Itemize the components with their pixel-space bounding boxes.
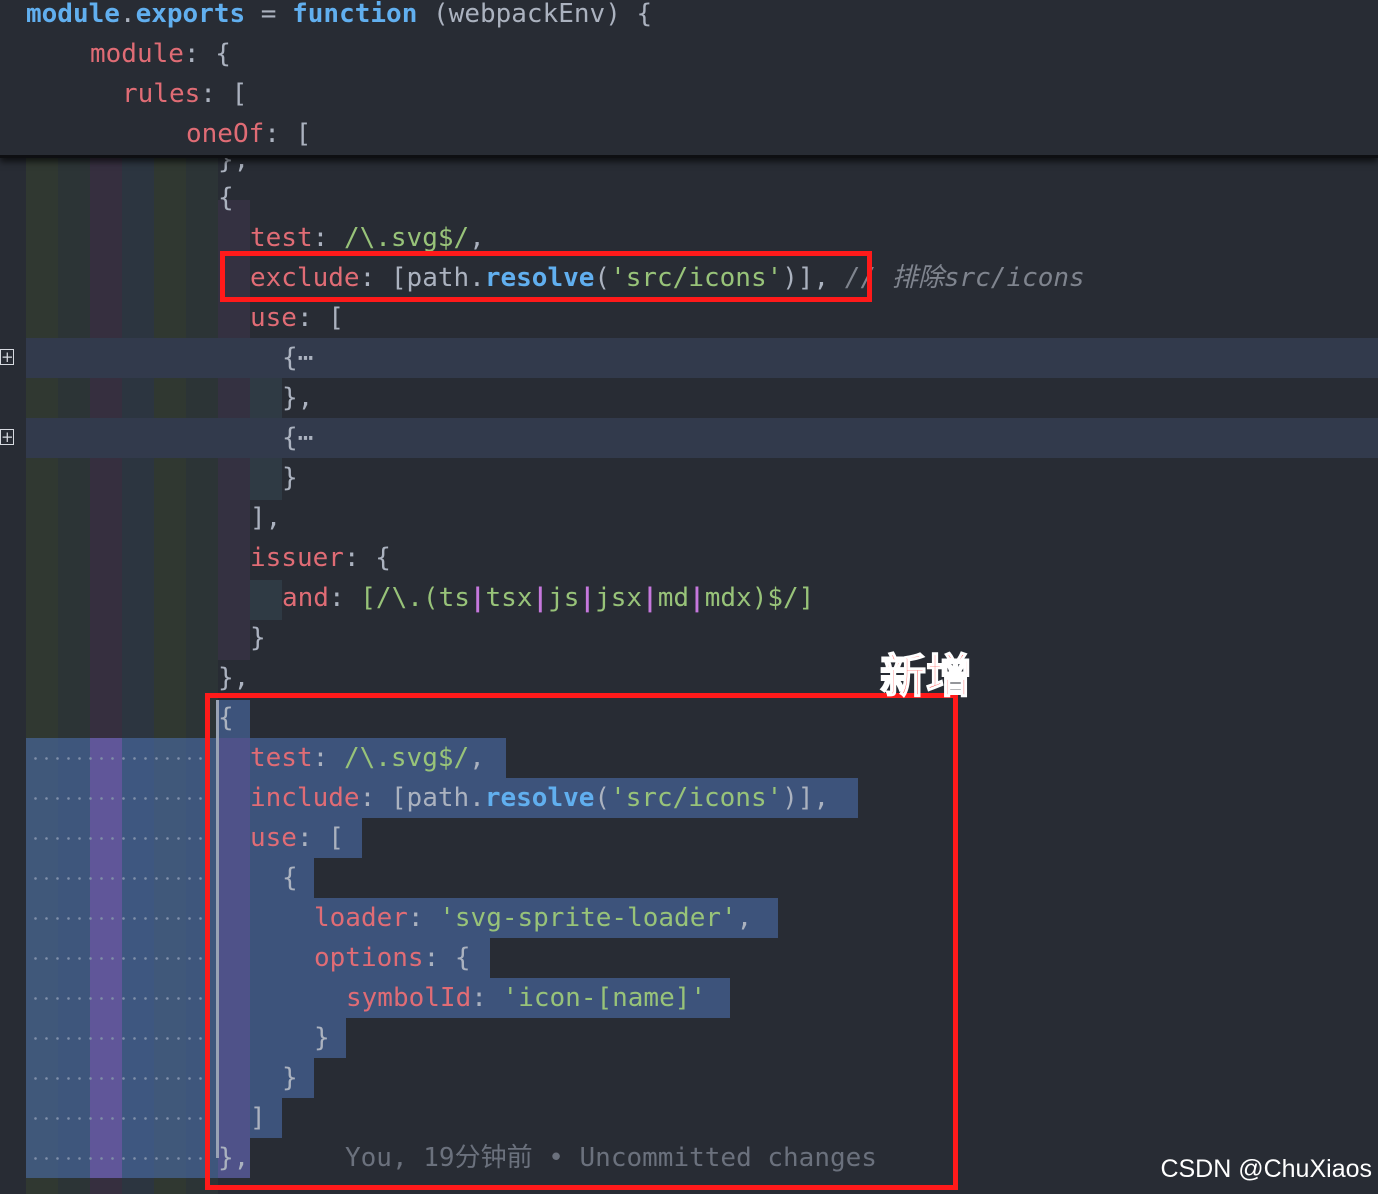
watermark: CSDN @ChuXiaos bbox=[1160, 1155, 1372, 1183]
folded-line-highlight bbox=[26, 418, 1378, 458]
code-comment: // 排除src/icons bbox=[844, 263, 1085, 293]
new-rule-highlight-box bbox=[205, 693, 958, 1190]
code-line: and: [/\.(ts|tsx|js|jsx|md|mdx)$/] bbox=[282, 583, 815, 613]
code-line-folded[interactable]: {⋯ bbox=[282, 338, 313, 378]
code-line: }, bbox=[282, 383, 314, 413]
annotation-label-new: 新增 bbox=[879, 648, 973, 704]
code-line-folded[interactable]: {⋯ bbox=[282, 418, 313, 458]
expand-fold-icon[interactable]: + bbox=[0, 429, 14, 445]
sticky-line[interactable]: rules: [ bbox=[122, 74, 247, 114]
code-line: } bbox=[250, 623, 266, 653]
sticky-line[interactable]: module.exports = function (webpackEnv) { bbox=[26, 0, 652, 34]
sticky-line[interactable]: oneOf: [ bbox=[186, 114, 311, 154]
sticky-scroll-header: module.exports = function (webpackEnv) {… bbox=[0, 0, 1378, 158]
code-line: } bbox=[282, 463, 298, 493]
code-line: ], bbox=[250, 503, 282, 533]
code-line: issuer: { bbox=[250, 543, 391, 573]
indent-guide bbox=[250, 580, 282, 620]
code-line: }, bbox=[218, 663, 250, 693]
folded-line-highlight bbox=[26, 338, 1378, 378]
code-line: { bbox=[218, 183, 234, 213]
sticky-line[interactable]: module: { bbox=[90, 34, 231, 74]
expand-fold-icon[interactable]: + bbox=[0, 349, 14, 365]
exclude-highlight-box bbox=[220, 251, 872, 302]
code-line: use: [ bbox=[250, 303, 344, 333]
